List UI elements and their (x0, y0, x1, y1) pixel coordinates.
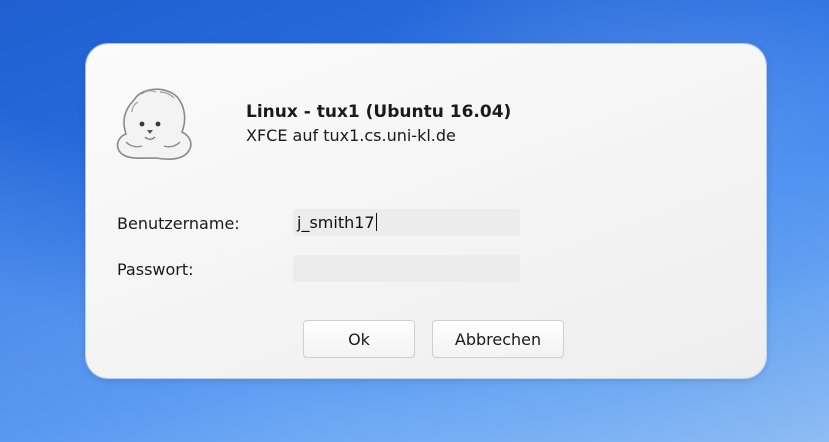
text-caret (375, 213, 377, 231)
username-label: Benutzername: (117, 214, 240, 233)
cancel-button[interactable]: Abbrechen (432, 320, 564, 358)
password-label: Passwort: (117, 260, 194, 279)
password-field[interactable] (293, 255, 520, 282)
login-dialog: Linux - tux1 (Ubuntu 16.04) XFCE auf tux… (86, 44, 766, 378)
username-value: j_smith17 (297, 213, 375, 232)
username-field[interactable]: j_smith17 (293, 209, 520, 236)
seal-mascot-icon (116, 88, 192, 160)
ok-button[interactable]: Ok (303, 320, 415, 358)
dialog-subtitle: XFCE auf tux1.cs.uni-kl.de (246, 126, 456, 145)
dialog-title: Linux - tux1 (Ubuntu 16.04) (246, 102, 512, 122)
